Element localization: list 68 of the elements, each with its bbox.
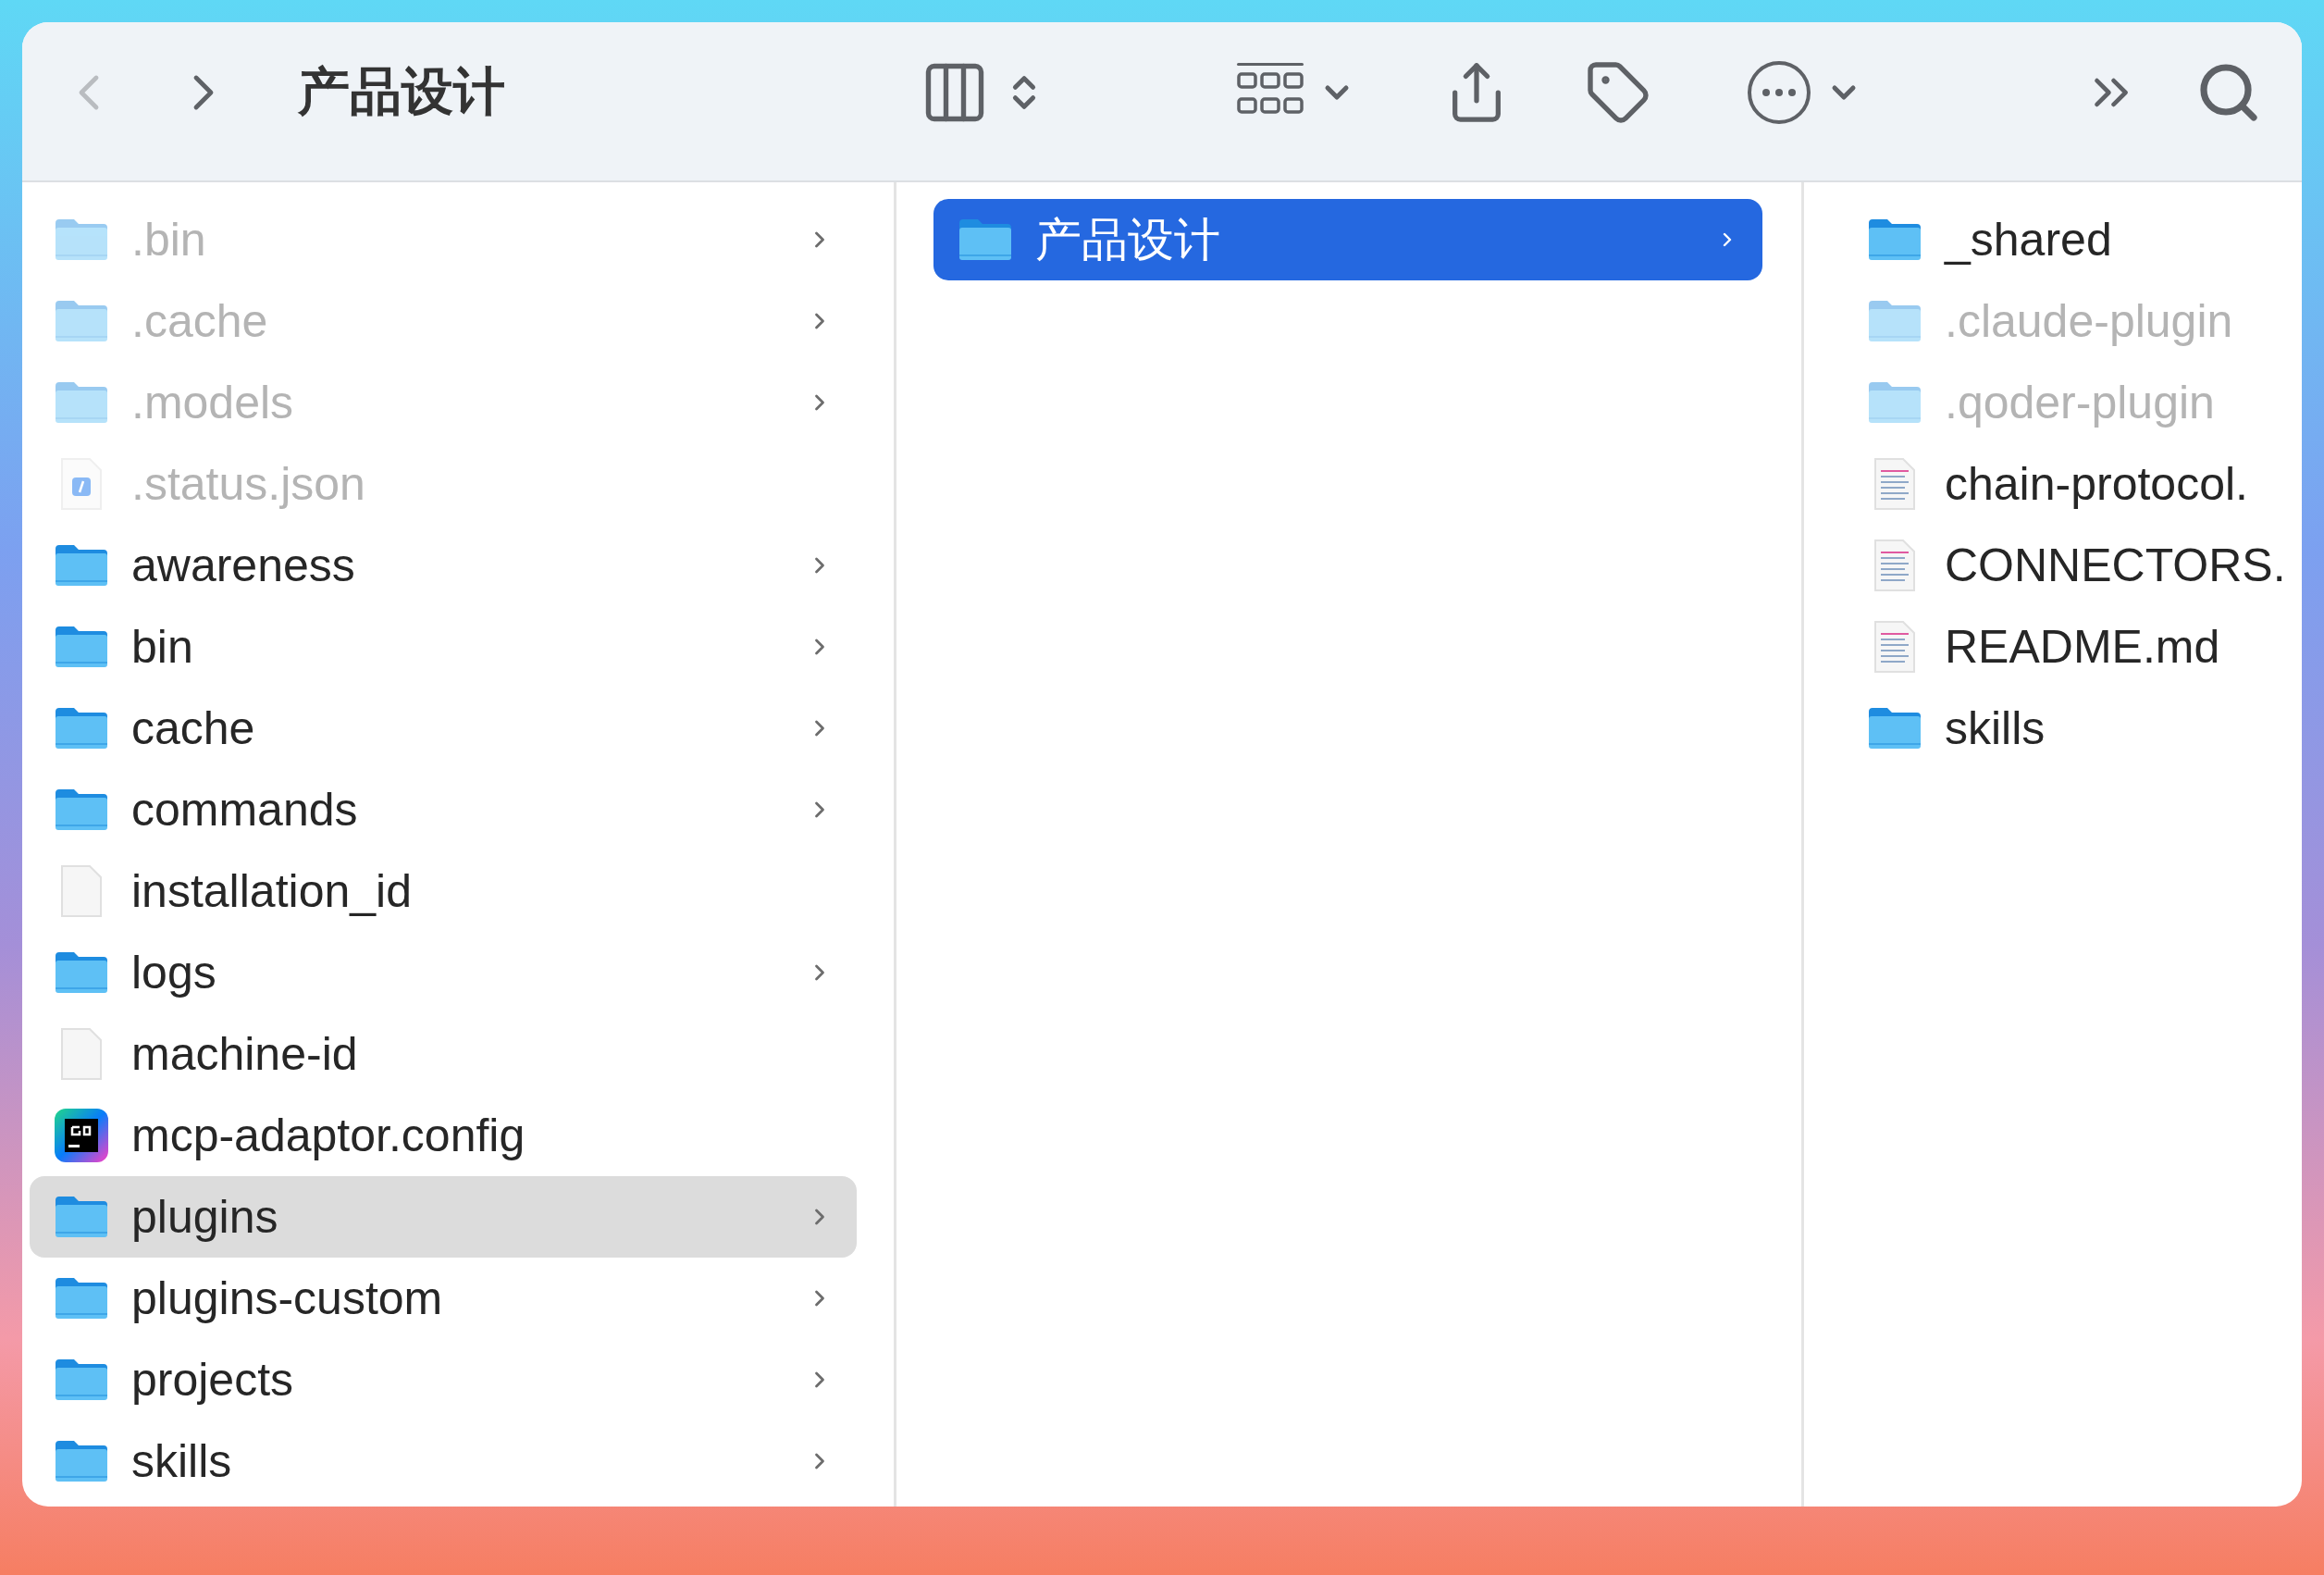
folder-icon — [54, 950, 109, 995]
folder-icon — [54, 299, 109, 343]
folder-icon — [54, 1195, 109, 1239]
folder-icon — [54, 217, 109, 262]
folder-icon — [54, 1276, 109, 1321]
file-name: plugins — [131, 1190, 279, 1244]
file-name: chain-protocol. — [1945, 457, 2249, 511]
blank-document-icon — [60, 1027, 103, 1081]
file-name: logs — [131, 946, 217, 999]
ellipsis-circle-icon — [1746, 58, 1812, 126]
file-row[interactable]: mcp-adaptor.config — [30, 1095, 857, 1176]
text-document-icon — [1873, 620, 1916, 674]
folder-icon — [54, 706, 109, 750]
file-row[interactable]: logs — [30, 932, 857, 1013]
file-row[interactable]: plugins — [30, 1176, 857, 1258]
file-name: .claude-plugin — [1945, 294, 2234, 348]
window-title: 产品设计 — [298, 60, 505, 122]
file-row[interactable]: cache — [30, 688, 857, 769]
folder-icon — [1867, 217, 1922, 262]
file-name: .bin — [131, 213, 207, 267]
file-row[interactable]: installation_id — [30, 850, 857, 932]
file-name: README.md — [1945, 620, 2221, 674]
folder-icon — [54, 1439, 109, 1483]
file-name: CONNECTORS. — [1945, 539, 2287, 592]
folder-icon — [54, 543, 109, 588]
file-name: machine-id — [131, 1027, 359, 1081]
file-row[interactable]: chain-protocol. — [1867, 443, 2302, 525]
file-name: awareness — [131, 539, 356, 592]
file-name: skills — [131, 1434, 233, 1488]
file-row[interactable]: skills — [30, 1420, 857, 1502]
file-name: plugins-custom — [131, 1271, 444, 1325]
file-row[interactable]: awareness — [30, 525, 857, 606]
file-row[interactable]: README.md — [1867, 606, 2302, 688]
file-name: _shared — [1945, 213, 2113, 267]
file-row[interactable]: CONNECTORS. — [1867, 525, 2302, 606]
blank-document-icon — [60, 864, 103, 918]
text-document-icon — [1873, 539, 1916, 592]
text-document-icon — [1873, 457, 1916, 511]
folder-icon — [1867, 380, 1922, 425]
folder-icon — [54, 788, 109, 832]
file-row[interactable]: commands — [30, 769, 857, 850]
file-row[interactable]: machine-id — [30, 1013, 857, 1095]
file-name: .qoder-plugin — [1945, 376, 2216, 429]
file-name: .status.json — [131, 457, 366, 511]
folder-icon — [1867, 299, 1922, 343]
file-name: commands — [131, 783, 359, 837]
file-row[interactable]: bin — [30, 606, 857, 688]
file-name: cache — [131, 701, 256, 755]
file-name: projects — [131, 1353, 295, 1407]
file-name: bin — [131, 620, 194, 674]
file-name: .models — [131, 376, 295, 429]
file-row[interactable]: _shared — [1867, 199, 2302, 280]
file-name: .cache — [131, 294, 269, 348]
folder-icon — [54, 625, 109, 669]
file-row[interactable]: projects — [30, 1339, 857, 1420]
folder-icon — [1867, 706, 1922, 750]
file-name: 产品设计 — [1035, 212, 1221, 267]
file-name: skills — [1945, 701, 2046, 755]
file-row[interactable]: plugins-custom — [30, 1258, 857, 1339]
json-file-icon — [60, 457, 103, 511]
file-name: installation_id — [131, 864, 413, 918]
folder-icon — [54, 380, 109, 425]
file-row[interactable]: skills — [1867, 688, 2302, 769]
folder-icon — [958, 217, 1013, 262]
file-name: mcp-adaptor.config — [131, 1109, 526, 1162]
folder-icon — [54, 1358, 109, 1402]
app-icon — [55, 1109, 108, 1162]
file-row[interactable]: 产品设计 — [933, 199, 1762, 280]
